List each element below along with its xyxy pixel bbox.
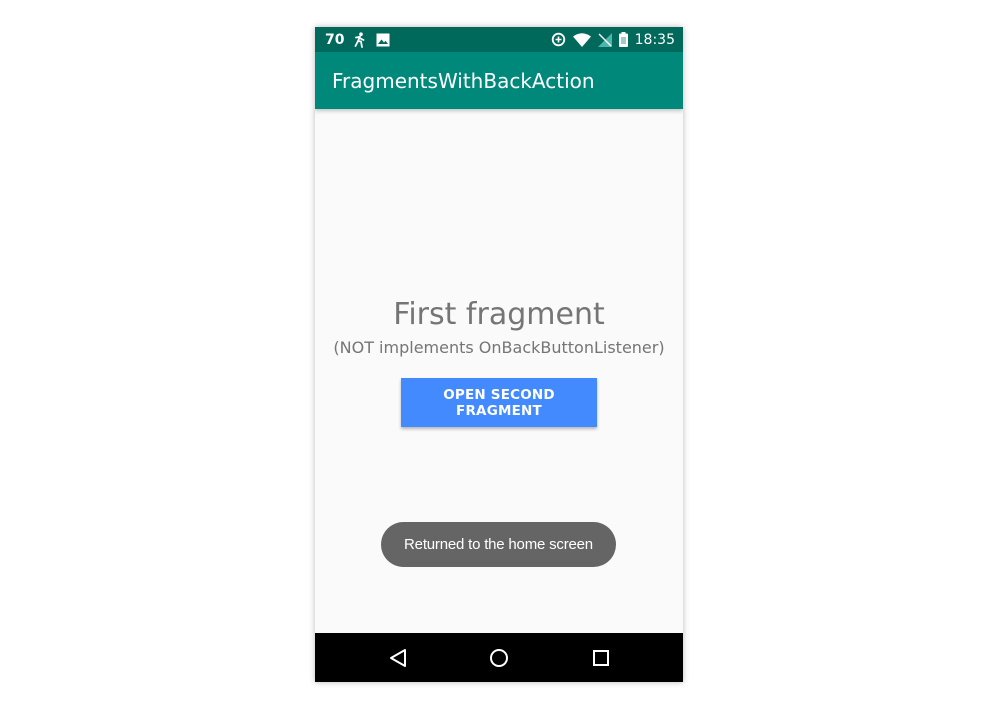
data-saver-icon (551, 32, 566, 47)
back-icon (389, 648, 407, 668)
nav-recents-button[interactable] (571, 633, 631, 682)
nav-back-button[interactable] (368, 633, 428, 682)
no-signal-icon (597, 32, 612, 47)
fragment-subtitle: (NOT implements OnBackButtonListener) (333, 338, 665, 357)
open-second-fragment-button[interactable]: OPEN SECOND FRAGMENT (401, 378, 597, 427)
status-left: 70 (325, 27, 390, 52)
fragment-content: First fragment (NOT implements OnBackBut… (315, 109, 683, 633)
navigation-bar (315, 633, 683, 682)
notification-count: 70 (325, 31, 345, 48)
toast-message: Returned to the home screen (381, 522, 616, 567)
fragment-title: First fragment (393, 297, 605, 332)
image-icon (376, 33, 390, 47)
recents-icon (592, 649, 610, 667)
nav-home-button[interactable] (469, 633, 529, 682)
phone-screen: 70 18:35 FragmentsWithBackAction First f… (315, 27, 683, 682)
status-bar: 70 18:35 (315, 27, 683, 52)
app-title: FragmentsWithBackAction (332, 68, 595, 93)
status-time: 18:35 (634, 31, 675, 48)
battery-icon (618, 32, 628, 47)
accessibility-icon (353, 31, 367, 48)
home-icon (489, 648, 509, 668)
app-bar: FragmentsWithBackAction (315, 52, 683, 109)
toast-text: Returned to the home screen (404, 536, 593, 553)
status-right: 18:35 (551, 27, 675, 52)
wifi-icon (572, 32, 591, 47)
